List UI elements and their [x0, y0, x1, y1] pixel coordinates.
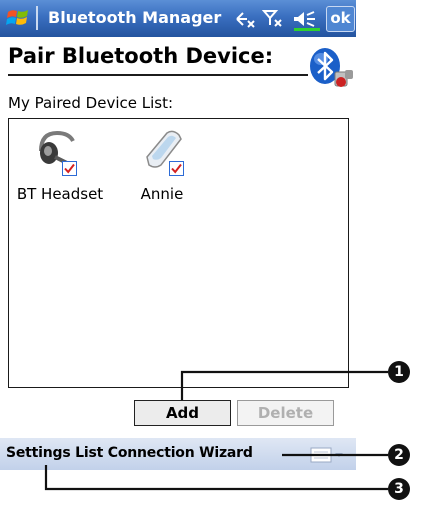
callout-line-1 [180, 370, 388, 400]
callout-marker-2: 2 [388, 444, 410, 466]
callout-marker-3: 3 [388, 478, 410, 500]
callout-marker-1: 1 [388, 361, 410, 383]
callout-line-3 [44, 465, 388, 491]
callout-lines [44, 370, 388, 491]
